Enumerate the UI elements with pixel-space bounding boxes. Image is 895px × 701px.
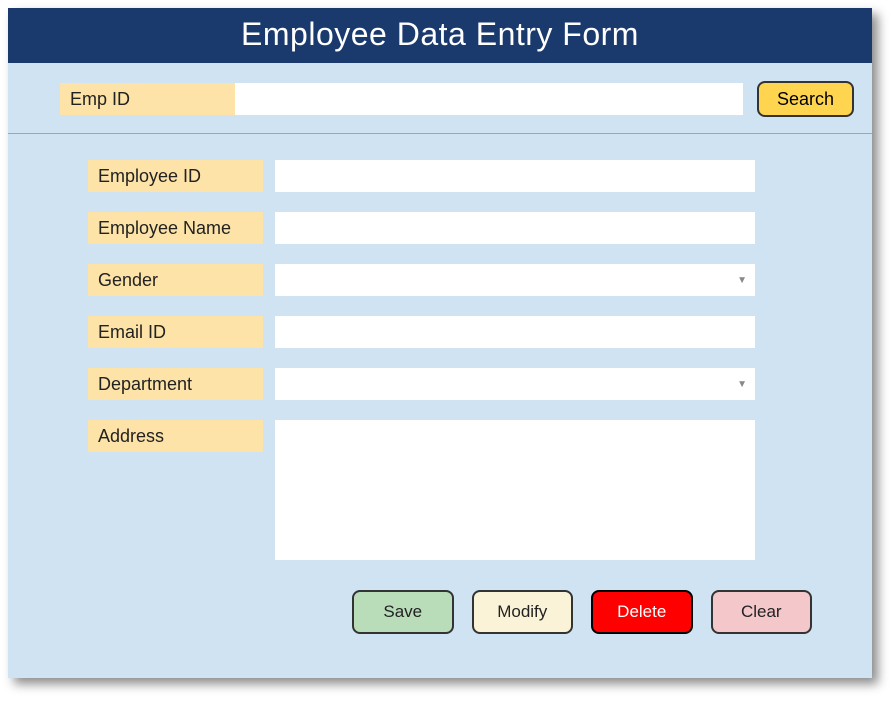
label-department: Department (88, 368, 263, 400)
label-address: Address (88, 420, 263, 452)
search-button[interactable]: Search (757, 81, 854, 117)
select-gender[interactable]: ▼ (275, 264, 755, 296)
label-gender: Gender (88, 264, 263, 296)
search-input[interactable] (235, 83, 743, 115)
delete-button[interactable]: Delete (591, 590, 693, 634)
modify-button[interactable]: Modify (472, 590, 574, 634)
row-department: Department ▼ (88, 368, 812, 400)
employee-form-container: Employee Data Entry Form Emp ID Search E… (8, 8, 872, 678)
chevron-down-icon: ▼ (737, 275, 747, 286)
label-email-id: Email ID (88, 316, 263, 348)
button-row: Save Modify Delete Clear (88, 590, 812, 634)
textarea-address[interactable] (275, 420, 755, 560)
row-employee-id: Employee ID (88, 160, 812, 192)
form-body: Employee ID Employee Name Gender ▼ Email… (8, 134, 872, 634)
input-employee-id[interactable] (275, 160, 755, 192)
search-section: Emp ID Search (8, 63, 872, 133)
row-address: Address (88, 420, 812, 560)
input-email-id[interactable] (275, 316, 755, 348)
input-employee-name[interactable] (275, 212, 755, 244)
save-button[interactable]: Save (352, 590, 454, 634)
chevron-down-icon: ▼ (737, 379, 747, 390)
row-employee-name: Employee Name (88, 212, 812, 244)
form-title: Employee Data Entry Form (8, 8, 872, 63)
row-gender: Gender ▼ (88, 264, 812, 296)
clear-button[interactable]: Clear (711, 590, 813, 634)
row-email-id: Email ID (88, 316, 812, 348)
label-employee-id: Employee ID (88, 160, 263, 192)
label-employee-name: Employee Name (88, 212, 263, 244)
select-department[interactable]: ▼ (275, 368, 755, 400)
search-label: Emp ID (60, 83, 235, 115)
